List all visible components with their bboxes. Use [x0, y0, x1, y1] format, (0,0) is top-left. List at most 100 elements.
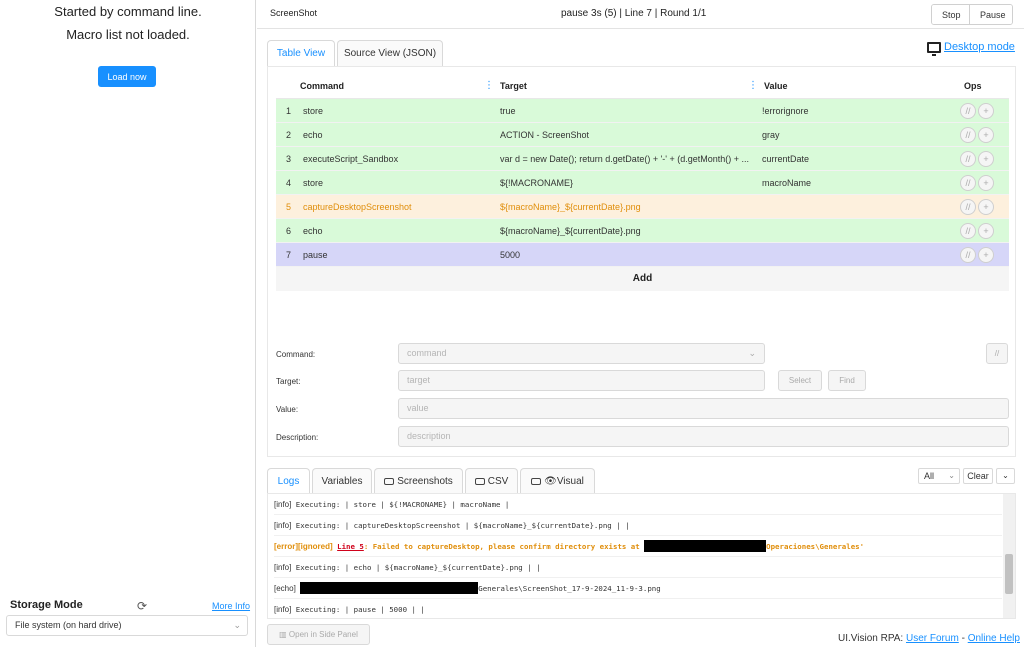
row-command: store: [303, 106, 324, 116]
log-filter-value: All: [924, 471, 935, 481]
tab-visual-label: Visual: [556, 476, 584, 487]
load-now-button[interactable]: Load now: [98, 66, 156, 87]
row-command: pause: [303, 250, 328, 260]
user-forum-link[interactable]: User Forum: [906, 633, 959, 644]
comment-icon[interactable]: //: [960, 151, 976, 167]
header-ops: Ops: [964, 81, 982, 91]
log-filter-select[interactable]: All ⌄: [918, 468, 960, 484]
command-select[interactable]: command ⌄: [398, 343, 765, 364]
row-target: 5000: [500, 250, 521, 260]
chevron-down-icon: ⌄: [948, 471, 955, 480]
app-window: Started by command line. Macro list not …: [0, 0, 1024, 647]
desktop-mode-toggle[interactable]: Desktop mode: [927, 40, 1015, 56]
tab-source-view[interactable]: Source View (JSON): [337, 40, 443, 66]
comment-icon[interactable]: //: [960, 247, 976, 263]
add-command-button[interactable]: Add: [276, 267, 1009, 291]
tab-table-view[interactable]: Table View: [267, 40, 335, 66]
tab-visual[interactable]: 👁Visual: [520, 468, 595, 494]
tab-logs[interactable]: Logs: [267, 468, 310, 494]
find-button[interactable]: Find: [828, 370, 866, 391]
plus-icon[interactable]: +: [978, 103, 994, 119]
comment-icon[interactable]: //: [960, 103, 976, 119]
row-ops: //+: [960, 199, 994, 215]
more-info-link[interactable]: More Info: [212, 601, 250, 611]
column-menu-icon[interactable]: ⋮: [748, 80, 758, 91]
table-row[interactable]: 6 echo ${macroName}_${currentDate}.png /…: [276, 219, 1009, 243]
log-tag: [info]: [274, 500, 292, 509]
clear-logs-button[interactable]: Clear: [963, 468, 993, 484]
table-row[interactable]: 7 pause 5000 //+: [276, 243, 1009, 267]
brand-label: UI.Vision RPA:: [838, 633, 904, 644]
table-header: Command ⋮ Target ⋮ Value Ops: [276, 75, 1009, 99]
command-label: Command:: [276, 350, 316, 359]
log-text: Executing: | pause | 5000 | |: [295, 605, 425, 614]
stop-button[interactable]: Stop: [932, 5, 970, 24]
chevron-down-icon: ⌄: [233, 620, 241, 630]
eye-icon: 👁: [544, 476, 557, 487]
row-ops: //+: [960, 127, 994, 143]
table-row[interactable]: 1 store true !errorignore //+: [276, 99, 1009, 123]
row-value: macroName: [762, 178, 812, 188]
tab-screenshots[interactable]: Screenshots: [374, 468, 463, 494]
online-help-link[interactable]: Online Help: [968, 633, 1020, 644]
column-menu-icon[interactable]: ⋮: [484, 80, 494, 91]
log-text: Executing: | echo | ${macroName}_${curre…: [295, 563, 541, 572]
row-target: ${!MACRONAME}: [500, 178, 574, 188]
row-command: echo: [303, 226, 323, 236]
row-target: ${macroName}_${currentDate}.png: [500, 226, 641, 236]
table-row[interactable]: 2 echo ACTION - ScreenShot gray //+: [276, 123, 1009, 147]
description-label: Description:: [276, 433, 319, 442]
select-button[interactable]: Select: [778, 370, 822, 391]
plus-icon[interactable]: +: [978, 127, 994, 143]
log-text: Executing: | store | ${!MACRONAME} | mac…: [295, 500, 510, 509]
comment-icon[interactable]: //: [960, 127, 976, 143]
description-placeholder: description: [407, 431, 451, 441]
open-side-panel-button[interactable]: ▥ Open in Side Panel: [267, 624, 370, 645]
table-row[interactable]: 4 store ${!MACRONAME} macroName //+: [276, 171, 1009, 195]
table-row[interactable]: 5 captureDesktopScreenshot ${macroName}_…: [276, 195, 1009, 219]
plus-icon[interactable]: +: [978, 199, 994, 215]
macro-sidebar: Started by command line. Macro list not …: [0, 0, 256, 647]
value-input[interactable]: value: [398, 398, 1009, 419]
refresh-icon[interactable]: ⟳: [137, 600, 149, 612]
row-command: executeScript_Sandbox: [303, 154, 399, 164]
playback-controls: Stop Pause: [931, 4, 1013, 25]
description-input[interactable]: description: [398, 426, 1009, 447]
header-target: Target: [500, 81, 527, 91]
log-line-error: [error][ignored] Line 5: Failed to captu…: [274, 537, 1002, 557]
row-target: true: [500, 106, 516, 116]
scroll-thumb[interactable]: [1005, 554, 1013, 594]
log-scrollbar[interactable]: [1003, 494, 1015, 618]
storage-mode-value: File system (on hard drive): [15, 620, 122, 630]
header-command: Command: [300, 81, 345, 91]
pause-button[interactable]: Pause: [970, 5, 1012, 24]
tab-variables[interactable]: Variables: [312, 468, 372, 494]
comment-icon[interactable]: //: [960, 223, 976, 239]
log-line: [info] Executing: | captureDesktopScreen…: [274, 516, 1002, 536]
error-line-link[interactable]: Line 5: [337, 542, 364, 551]
tab-csv[interactable]: CSV: [465, 468, 518, 494]
target-input[interactable]: target: [398, 370, 765, 391]
value-placeholder: value: [407, 403, 429, 413]
comment-icon[interactable]: //: [960, 199, 976, 215]
desktop-mode-link[interactable]: Desktop mode: [944, 41, 1015, 53]
row-ops: //+: [960, 103, 994, 119]
macro-list-message: Macro list not loaded.: [66, 27, 190, 42]
tab-screenshots-label: Screenshots: [397, 476, 453, 487]
plus-icon[interactable]: +: [978, 247, 994, 263]
table-row[interactable]: 3 executeScript_Sandbox var d = new Date…: [276, 147, 1009, 171]
comment-icon[interactable]: //: [960, 175, 976, 191]
target-label: Target:: [276, 377, 301, 386]
chevron-down-icon[interactable]: ⌄: [996, 468, 1015, 484]
log-tag: [info]: [274, 521, 292, 530]
plus-icon[interactable]: +: [978, 175, 994, 191]
storage-mode-select[interactable]: File system (on hard drive) ⌄: [6, 615, 248, 636]
command-table: Command ⋮ Target ⋮ Value Ops 1 store tru…: [276, 75, 1009, 291]
plus-icon[interactable]: +: [978, 223, 994, 239]
log-tag: [info]: [274, 605, 292, 614]
log-text-tail: Operaciones\Generales': [766, 542, 865, 551]
plus-icon[interactable]: +: [978, 151, 994, 167]
comment-toggle-button[interactable]: //: [986, 343, 1008, 364]
tab-csv-label: CSV: [487, 476, 509, 487]
log-line: [info] Executing: | echo | ${macroName}_…: [274, 558, 1002, 578]
